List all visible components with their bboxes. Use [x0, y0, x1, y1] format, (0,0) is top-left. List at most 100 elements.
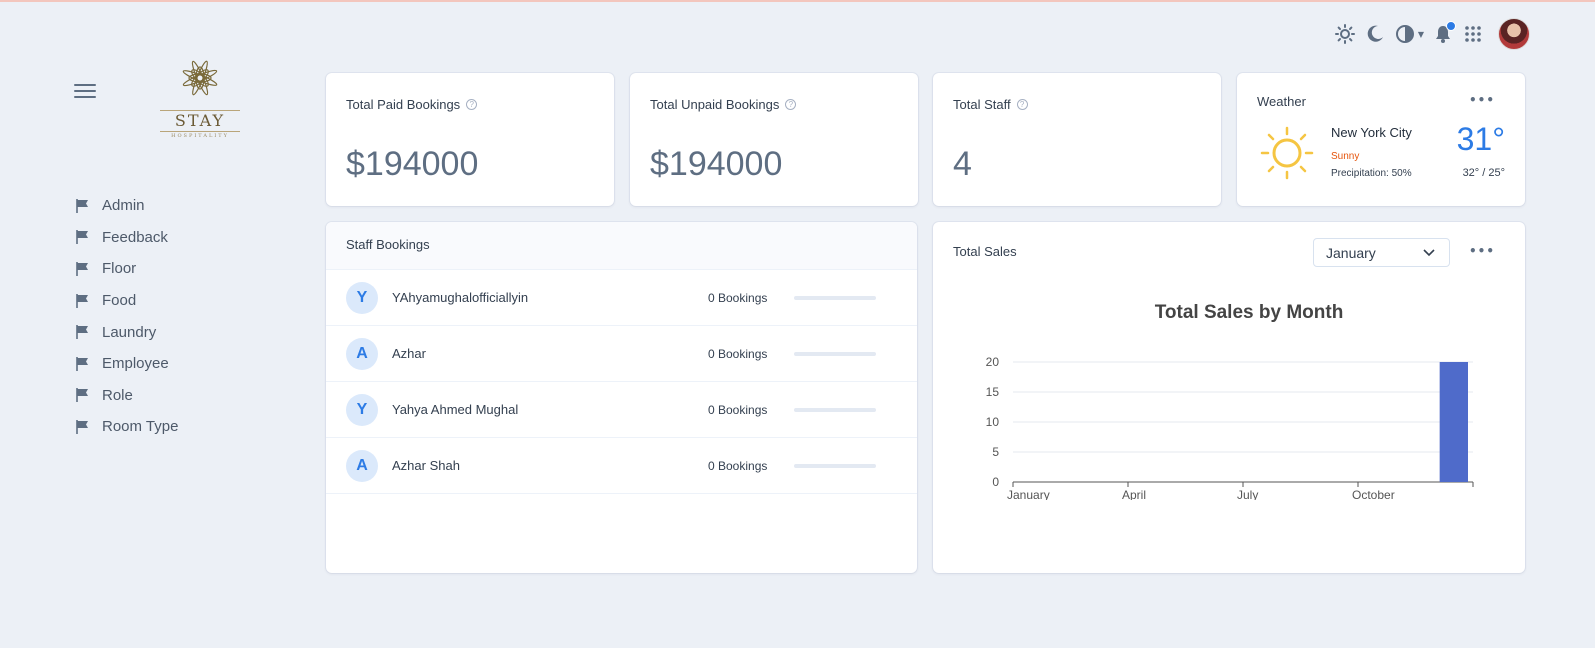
- sun-weather-icon: [1260, 126, 1314, 180]
- sidebar-item-label: Room Type: [102, 418, 179, 436]
- booking-progress-bar: [794, 407, 876, 412]
- staff-booking-row[interactable]: A Azhar 0 Bookings: [326, 326, 917, 382]
- y-tick-label: 0: [992, 475, 999, 489]
- total-sales-card: Total Sales January ••• Total Sales by M…: [933, 222, 1525, 573]
- total-staff-card: Total Staff? 4: [933, 73, 1221, 206]
- chevron-down-icon[interactable]: ▼: [1418, 30, 1424, 39]
- total-sales-chart: Total Sales by Month 0 5 10 15 20 January April…: [986, 302, 1474, 500]
- sidebar-item-employee[interactable]: Employee: [76, 348, 178, 380]
- booking-progress-bar: [794, 295, 876, 300]
- card-title: Weather: [1257, 94, 1306, 109]
- weather-card: Weather ••• New York City Sunny Precipit…: [1237, 73, 1525, 206]
- card-title: Staff Bookings: [326, 222, 917, 270]
- stat-value: $194000: [346, 145, 479, 183]
- hamburger-menu-icon[interactable]: [74, 84, 96, 100]
- logo-text: STAY: [160, 110, 240, 132]
- brand-logo[interactable]: STAY HOSPITALITY: [160, 54, 240, 140]
- sidebar-item-feedback[interactable]: Feedback: [76, 222, 178, 254]
- top-toolbar: ▼: [1334, 18, 1530, 50]
- x-tick-label: July: [1237, 488, 1258, 500]
- total-paid-bookings-card: Total Paid Bookings? $194000: [326, 73, 614, 206]
- y-tick-label: 20: [986, 355, 1000, 369]
- card-title: Total Sales: [953, 244, 1017, 259]
- y-tick-label: 15: [986, 385, 1000, 399]
- sidebar-item-label: Role: [102, 386, 133, 404]
- apps-grid-icon[interactable]: [1462, 23, 1484, 45]
- staff-booking-row[interactable]: Y Yahya Ahmed Mughal 0 Bookings: [326, 382, 917, 438]
- booking-progress-bar: [794, 463, 876, 468]
- weather-condition: Sunny: [1331, 151, 1360, 162]
- more-options-icon[interactable]: •••: [1469, 93, 1495, 107]
- bar-december: [1439, 362, 1468, 482]
- weather-precipitation: Precipitation: 50%: [1331, 168, 1412, 179]
- flag-icon: [76, 230, 88, 245]
- question-icon[interactable]: ?: [466, 99, 478, 110]
- weather-city: New York City: [1331, 125, 1412, 140]
- lotus-logo-icon: [182, 60, 218, 96]
- flag-icon: [76, 293, 88, 308]
- staff-bookings-list: Y YAhyamughalofficiallyin 0 Bookings A Azhar…: [326, 270, 917, 494]
- booking-progress-bar: [794, 351, 876, 356]
- total-unpaid-bookings-card: Total Unpaid Bookings? $194000: [630, 73, 918, 206]
- bell-icon[interactable]: [1432, 21, 1456, 45]
- sidebar-item-role[interactable]: Role: [76, 380, 178, 412]
- staff-avatar: Y: [346, 393, 378, 426]
- more-options-icon[interactable]: •••: [1469, 244, 1495, 258]
- flag-icon: [76, 388, 88, 403]
- staff-booking-row[interactable]: A Azhar Shah 0 Bookings: [326, 438, 917, 494]
- sun-icon[interactable]: [1334, 23, 1356, 45]
- flag-icon: [76, 261, 88, 276]
- month-select[interactable]: January: [1313, 238, 1450, 267]
- weather-temp-range: 32° / 25°: [1462, 167, 1505, 179]
- staff-avatar: Y: [346, 281, 378, 314]
- staff-name: Yahya Ahmed Mughal: [392, 402, 519, 417]
- booking-count: 0 Bookings: [708, 290, 768, 305]
- staff-booking-row[interactable]: Y YAhyamughalofficiallyin 0 Bookings: [326, 270, 917, 326]
- stat-value: 4: [953, 145, 972, 183]
- sidebar-item-room-type[interactable]: Room Type: [76, 411, 178, 443]
- sidebar-item-label: Admin: [102, 197, 145, 215]
- logo-subtext: HOSPITALITY: [171, 133, 229, 139]
- card-title: Total Unpaid Bookings: [650, 97, 780, 112]
- flag-icon: [76, 325, 88, 340]
- top-border-strip: [0, 0, 1595, 2]
- sidebar-item-floor[interactable]: Floor: [76, 253, 178, 285]
- sidebar-item-label: Feedback: [102, 228, 168, 246]
- x-tick-label: April: [1122, 488, 1146, 500]
- x-tick-label: January: [1007, 488, 1050, 500]
- moon-icon[interactable]: [1364, 23, 1386, 45]
- flag-icon: [76, 198, 88, 213]
- month-select-value: January: [1326, 244, 1376, 261]
- staff-name: YAhyamughalofficiallyin: [392, 290, 529, 305]
- booking-count: 0 Bookings: [708, 346, 768, 361]
- booking-count: 0 Bookings: [708, 458, 768, 473]
- sidebar-item-food[interactable]: Food: [76, 285, 178, 317]
- flag-icon: [76, 356, 88, 371]
- stat-value: $194000: [650, 145, 783, 183]
- question-icon[interactable]: ?: [1016, 99, 1028, 110]
- question-icon[interactable]: ?: [785, 99, 797, 110]
- staff-bookings-card: Staff Bookings Y YAhyamughalofficiallyin 0…: [326, 222, 917, 573]
- chart-title: Total Sales by Month: [1155, 302, 1344, 323]
- weather-temperature: 31°: [1456, 121, 1505, 157]
- booking-count: 0 Bookings: [708, 402, 768, 417]
- notification-dot: [1446, 21, 1456, 31]
- card-title: Total Staff: [953, 97, 1011, 112]
- contrast-icon[interactable]: [1394, 23, 1416, 45]
- chevron-down-icon: [1423, 248, 1435, 256]
- sidebar-item-label: Floor: [102, 260, 137, 278]
- sidebar-item-label: Food: [102, 292, 137, 310]
- x-tick-label: October: [1352, 488, 1395, 500]
- sidebar-item-laundry[interactable]: Laundry: [76, 316, 178, 348]
- staff-name: Azhar Shah: [392, 458, 460, 473]
- sidebar-nav: Admin Feedback Floor Food Laundry Employ…: [76, 190, 178, 443]
- sidebar-item-label: Employee: [102, 355, 169, 373]
- sidebar-item-label: Laundry: [102, 323, 157, 341]
- sidebar-item-admin[interactable]: Admin: [76, 190, 178, 222]
- staff-name: Azhar: [392, 346, 426, 361]
- y-tick-label: 5: [992, 445, 999, 459]
- user-avatar[interactable]: [1498, 18, 1530, 50]
- staff-avatar: A: [346, 449, 378, 482]
- y-tick-label: 10: [986, 415, 1000, 429]
- staff-avatar: A: [346, 337, 378, 370]
